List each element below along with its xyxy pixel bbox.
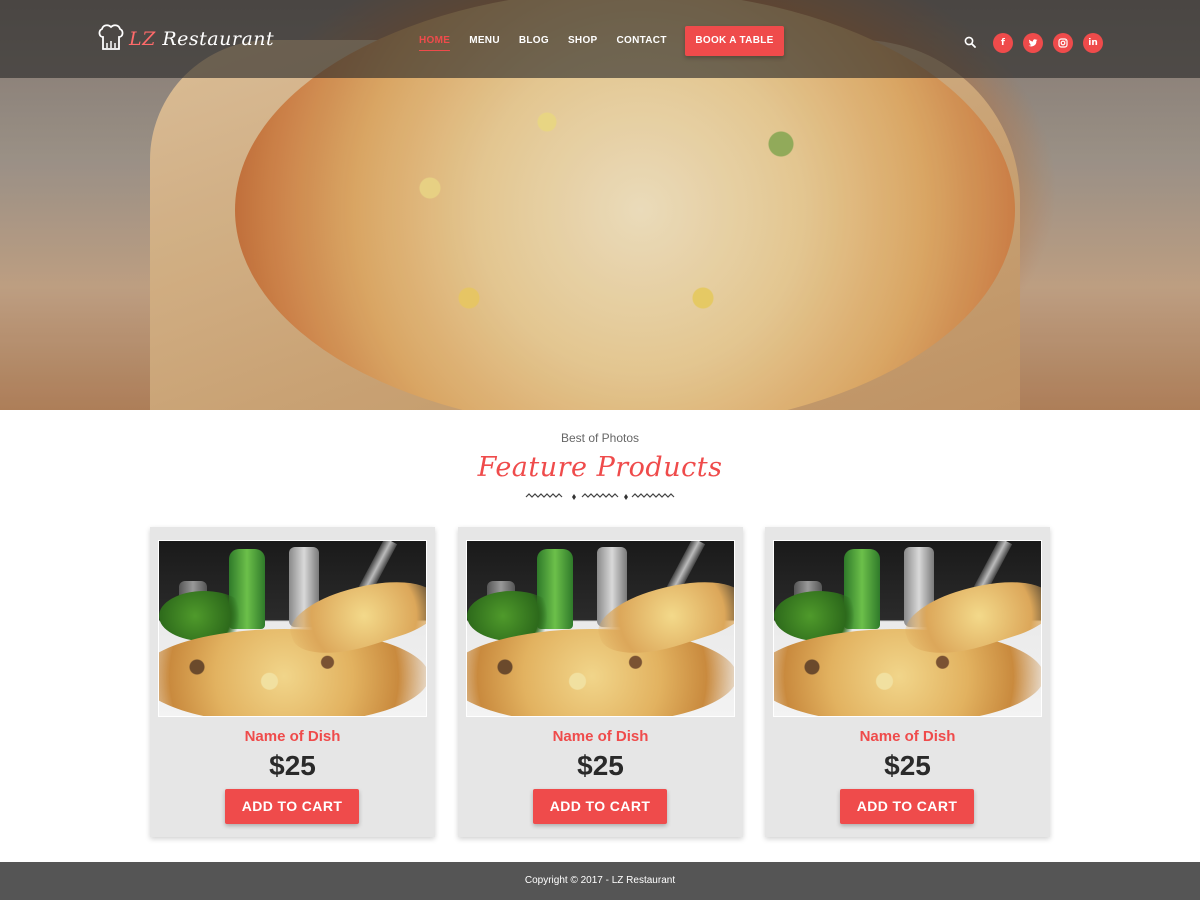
nav-menu[interactable]: MENU: [469, 26, 500, 56]
section-kicker: Best of Photos: [560, 431, 640, 445]
add-to-cart-button[interactable]: ADD TO CART: [533, 789, 667, 824]
product-card: Name of Dish $25 ADD TO CART: [150, 527, 435, 837]
dish-price: $25: [884, 750, 931, 781]
ornament-divider: [525, 493, 675, 500]
nav-home[interactable]: HOME: [419, 26, 451, 56]
main-nav: HOME MENU BLOG SHOP CONTACT: [419, 26, 686, 56]
add-to-cart-button[interactable]: ADD TO CART: [840, 789, 974, 824]
nav-contact[interactable]: CONTACT: [617, 26, 667, 56]
product-card: Name of Dish $25 ADD TO CART: [765, 527, 1050, 837]
social-links: f in: [993, 33, 1113, 53]
dish-image[interactable]: [773, 540, 1042, 717]
dish-price: $25: [269, 750, 316, 781]
dish-image[interactable]: [158, 540, 427, 717]
site-logo[interactable]: LZ Restaurant: [97, 22, 274, 56]
instagram-icon[interactable]: [1053, 33, 1073, 53]
copyright-text: Copyright © 2017 - LZ Restaurant: [524, 875, 676, 886]
linkedin-icon[interactable]: in: [1083, 33, 1103, 53]
dish-name[interactable]: Name of Dish: [765, 728, 1050, 745]
section-title: Feature Products: [477, 452, 723, 483]
dish-name[interactable]: Name of Dish: [458, 728, 743, 745]
nav-shop[interactable]: SHOP: [568, 26, 598, 56]
dish-image[interactable]: [466, 540, 735, 717]
site-header: LZ Restaurant HOME MENU BLOG SHOP CONTAC…: [0, 0, 1200, 78]
product-card: Name of Dish $25 ADD TO CART: [458, 527, 743, 837]
dish-name[interactable]: Name of Dish: [150, 728, 435, 745]
twitter-icon[interactable]: [1023, 33, 1043, 53]
site-footer: Copyright © 2017 - LZ Restaurant: [0, 862, 1200, 900]
book-table-button[interactable]: BOOK A TABLE: [685, 26, 784, 56]
logo-text: LZ Restaurant: [129, 28, 275, 50]
facebook-icon[interactable]: f: [993, 33, 1013, 53]
chef-hat-icon: [98, 24, 124, 50]
nav-blog[interactable]: BLOG: [519, 26, 549, 56]
dish-price: $25: [577, 750, 624, 781]
search-icon[interactable]: [964, 36, 976, 48]
add-to-cart-button[interactable]: ADD TO CART: [225, 789, 359, 824]
